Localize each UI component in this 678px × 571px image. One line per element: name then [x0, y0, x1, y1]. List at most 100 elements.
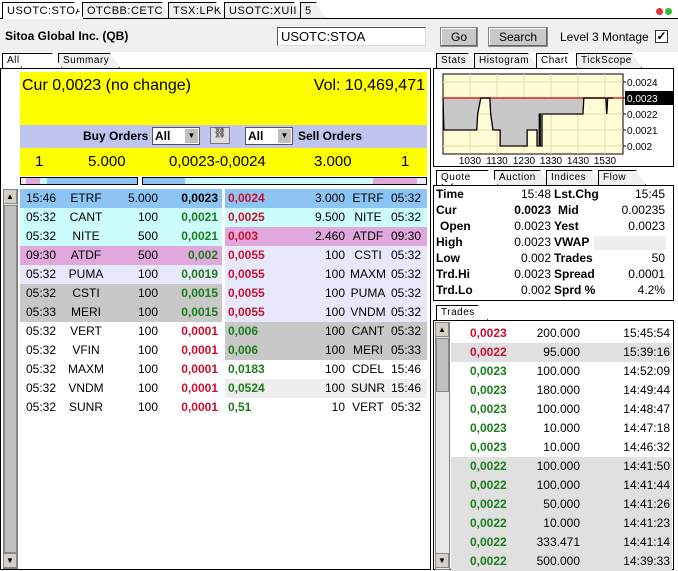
trade-price: 0,0023 — [470, 440, 507, 454]
scroll-up-icon[interactable]: ▲ — [435, 322, 449, 337]
quote-label: High — [436, 235, 463, 249]
trade-time: 15:45:54 — [623, 326, 670, 340]
ask-row[interactable]: 0,0024 3.000 ETRF 05:32 — [225, 189, 427, 208]
bid-row[interactable]: 05:32 VFIN 100 0,0001 — [20, 341, 222, 360]
quote-label: Trades — [554, 251, 593, 265]
ask-row[interactable]: 0,51 10 VERT 05:32 — [225, 398, 427, 417]
ask-row[interactable]: 0,0055 100 MAXM 05:32 — [225, 265, 427, 284]
trade-size: 10.000 — [543, 516, 580, 530]
tab-summary[interactable]: Summary — [58, 53, 120, 68]
ask-price: 0,0024 — [228, 191, 265, 205]
bid-row[interactable]: 05:32 CANT 100 0,0021 — [20, 208, 222, 227]
trade-price: 0,0022 — [470, 516, 507, 530]
ask-row[interactable]: 0,0524 100 SUNR 15:46 — [225, 379, 427, 398]
bid-row[interactable]: 05:33 MERI 100 0,0015 — [20, 303, 222, 322]
bid-row[interactable]: 09:30 ATDF 500 0,002 — [20, 246, 222, 265]
bid-row[interactable]: 05:32 SUNR 100 0,0001 — [20, 398, 222, 417]
scroll-up-icon[interactable]: ▲ — [3, 189, 17, 204]
trade-row: 0,0022 50.000 14:41:26 — [451, 495, 672, 514]
trade-row: 0,0023 180.000 14:49:44 — [451, 381, 672, 400]
ask-mm: MAXM — [350, 267, 386, 281]
tab-usotc-xuii[interactable]: USOTC:XUII — [224, 2, 304, 19]
bid-mm: VERT — [70, 324, 102, 338]
quote-label: Yest — [554, 219, 579, 233]
trade-size: 10.000 — [543, 421, 580, 435]
bid-size: 500 — [137, 248, 158, 262]
bid-size: 100 — [137, 324, 158, 338]
scroll-thumb[interactable] — [4, 205, 17, 553]
bid-row[interactable]: 05:32 NITE 500 0,0021 — [20, 227, 222, 246]
sell-filter-select[interactable]: All ▼ — [245, 127, 293, 145]
bid-row[interactable]: 05:32 VERT 100 0,0001 — [20, 322, 222, 341]
scroll-thumb[interactable] — [436, 338, 449, 392]
quote-value: 0.00235 — [621, 203, 665, 217]
bid-size: 100 — [137, 343, 158, 357]
search-button[interactable]: Search — [488, 27, 548, 47]
tab-trades[interactable]: Trades — [436, 305, 488, 320]
ask-size: 3.000 — [314, 191, 345, 205]
quote-value: 15:45 — [634, 187, 665, 201]
trade-row: 0,0023 10.000 14:47:18 — [451, 419, 672, 438]
bid-row[interactable]: 15:46 ETRF 5.000 0,0023 — [20, 189, 222, 208]
maximize-dot-icon[interactable] — [665, 8, 672, 15]
trade-time: 14:47:18 — [623, 421, 670, 435]
ask-mm: CANT — [351, 324, 385, 338]
tab-tickscope[interactable]: TickScope — [576, 53, 642, 68]
ask-row[interactable]: 0,0055 100 CSTI 05:32 — [225, 246, 427, 265]
ask-price: 0,0055 — [228, 267, 265, 281]
tab-all-orders[interactable]: All orders — [2, 53, 62, 68]
tab-quote-info[interactable]: Quote Info — [436, 170, 498, 185]
buy-filter-select[interactable]: All ▼ — [152, 127, 200, 145]
bid-time: 05:32 — [26, 229, 57, 243]
scroll-down-icon[interactable]: ▼ — [435, 553, 449, 568]
link-icon[interactable]: ⛓ — [210, 127, 230, 144]
go-button[interactable]: Go — [440, 27, 478, 47]
bid-time: 05:32 — [26, 324, 57, 338]
ask-row[interactable]: 0,0183 100 CDEL 15:46 — [225, 360, 427, 379]
bid-price: 0,0021 — [181, 210, 218, 224]
ask-row[interactable]: 0,006 100 MERI 05:33 — [225, 341, 427, 360]
tab-indices[interactable]: Indices — [546, 170, 602, 185]
bid-mm: VNDM — [68, 381, 104, 395]
trade-row: 0,0022 100.000 14:41:44 — [451, 476, 672, 495]
bid-row[interactable]: 05:32 PUMA 100 0,0019 — [20, 265, 222, 284]
tab-histogram[interactable]: Histogram — [474, 53, 538, 68]
tab-chart[interactable]: Chart — [536, 53, 578, 68]
trade-row: 0,0023 200.000 15:45:54 — [451, 324, 672, 343]
tab-5[interactable]: 5 — [300, 2, 326, 19]
tab-flow[interactable]: Flow — [598, 170, 646, 185]
trade-row: 0,0023 100.000 14:48:47 — [451, 400, 672, 419]
symbol-input[interactable]: USOTC:STOA — [277, 27, 426, 46]
spread-range: 0,0023-0,0024 — [169, 153, 266, 170]
tab-stats[interactable]: Stats — [436, 53, 478, 68]
ask-time: 05:33 — [390, 343, 421, 357]
quote-label: Trd.Hi — [436, 267, 471, 281]
scroll-down-icon[interactable]: ▼ — [3, 553, 17, 568]
bid-mm: MERI — [71, 305, 101, 319]
ask-time: 05:32 — [390, 267, 421, 281]
bid-price: 0,0001 — [181, 400, 218, 414]
ask-row[interactable]: 0,006 100 CANT 05:32 — [225, 322, 427, 341]
ask-mm: CSTI — [354, 248, 382, 262]
bid-time: 05:32 — [26, 362, 57, 376]
sell-orders-label: Sell Orders — [298, 129, 363, 143]
tab-auction[interactable]: Auction — [494, 170, 550, 185]
ask-row[interactable]: 0,0055 100 PUMA 05:32 — [225, 284, 427, 303]
ask-row[interactable]: 0,0025 9.500 NITE 05:32 — [225, 208, 427, 227]
trade-price: 0,0022 — [470, 554, 507, 568]
tab-otcbb-cetc[interactable]: OTCBB:CETC — [82, 2, 172, 19]
bid-row[interactable]: 05:32 CSTI 100 0,0015 — [20, 284, 222, 303]
close-dot-icon[interactable] — [656, 8, 663, 15]
level3-checkbox[interactable]: ✓ — [655, 30, 668, 43]
bid-row[interactable]: 05:32 MAXM 100 0,0001 — [20, 360, 222, 379]
ask-row[interactable]: 0,0055 100 VNDM 05:32 — [225, 303, 427, 322]
quote-row: Cur 0.0023 Mid 0.00235 — [434, 203, 673, 219]
bid-row[interactable]: 05:32 VNDM 100 0,0001 — [20, 379, 222, 398]
tab-tsx-lpk[interactable]: TSX:LPK — [168, 2, 226, 19]
ask-row[interactable]: 0,003 2.460 ATDF 09:30 — [225, 227, 427, 246]
trade-price: 0,0022 — [470, 497, 507, 511]
quote-value: 0.002 — [520, 283, 551, 297]
ask-mm: VNDM — [350, 305, 386, 319]
tab-usotc-stoa[interactable]: USOTC:STOA — [2, 2, 84, 19]
bid-mm: ATDF — [70, 248, 102, 262]
